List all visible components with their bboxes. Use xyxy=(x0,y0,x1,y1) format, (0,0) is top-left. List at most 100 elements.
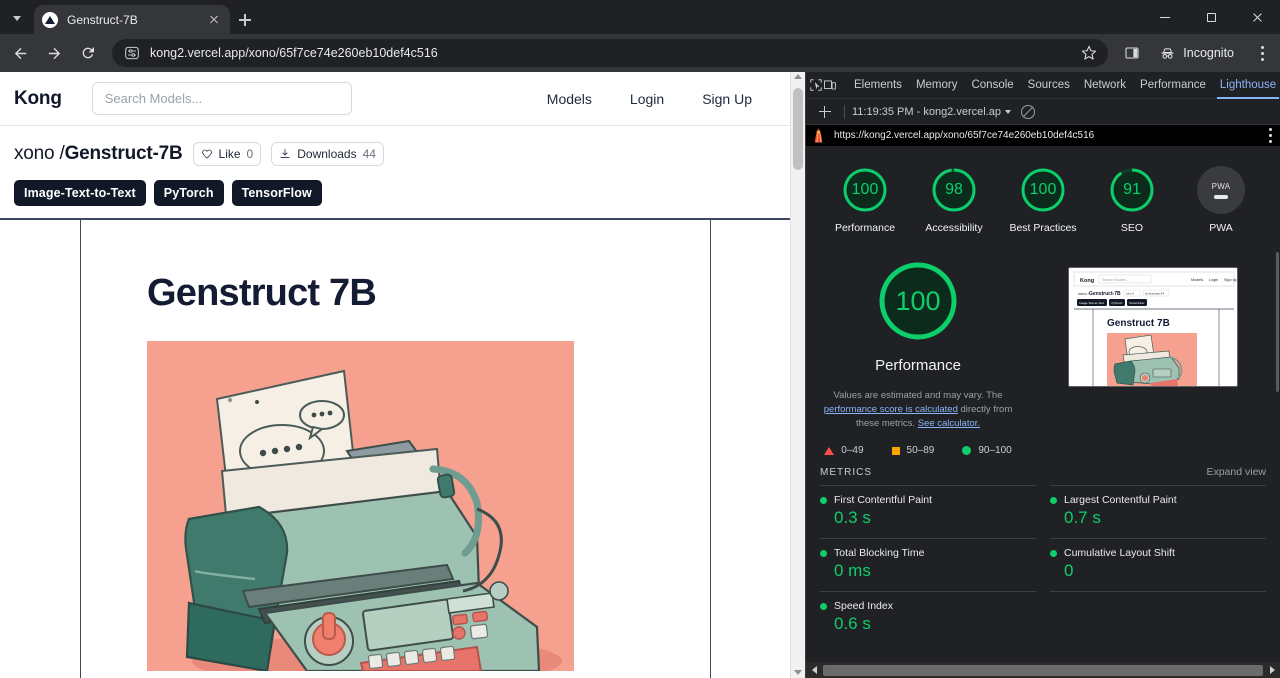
status-dot-icon xyxy=(820,496,827,504)
metric-value: 0.3 s xyxy=(834,508,871,527)
score-legend: 0–49 50–89 90–100 xyxy=(806,445,1030,456)
gauge-accessibility[interactable]: 98 Accessibility xyxy=(918,166,990,235)
window-close-button[interactable] xyxy=(1234,0,1280,34)
chrome-menu-button[interactable] xyxy=(1248,39,1276,67)
scroll-down-icon[interactable] xyxy=(794,670,802,675)
tag-pytorch[interactable]: PyTorch xyxy=(153,180,224,206)
tab-search-button[interactable] xyxy=(4,6,30,30)
report-run-selector[interactable]: 11:19:35 PM - kong2.vercel.ap xyxy=(852,106,1011,118)
search-placeholder: Search Models... xyxy=(104,91,203,106)
reload-button[interactable] xyxy=(74,39,102,67)
url-text: kong2.vercel.app/xono/65f7ce74e260eb10de… xyxy=(150,46,438,60)
gauge-seo[interactable]: 91 SEO xyxy=(1096,166,1168,235)
metric-name: First Contentful Paint xyxy=(834,494,933,506)
metrics-header: METRICS Expand view xyxy=(820,466,1266,478)
expand-view-button[interactable]: Expand view xyxy=(1206,466,1266,478)
site-logo[interactable]: Kong xyxy=(14,88,62,110)
new-tab-button[interactable] xyxy=(232,7,258,33)
tag-image-text-to-text[interactable]: Image-Text-to-Text xyxy=(14,180,146,206)
chevron-down-icon xyxy=(1005,109,1011,114)
scrollbar-thumb[interactable] xyxy=(793,88,803,170)
toolbar-divider xyxy=(844,104,845,119)
gauge-best-practices[interactable]: 100 Best Practices xyxy=(1007,166,1079,235)
page-scrollbar[interactable] xyxy=(790,72,805,678)
downloads-count: 44 xyxy=(362,147,376,161)
site-settings-icon[interactable] xyxy=(124,45,140,61)
svg-text:Genstruct-7B: Genstruct-7B xyxy=(1089,291,1121,297)
close-icon[interactable] xyxy=(206,12,222,28)
forward-button[interactable] xyxy=(40,39,68,67)
minimize-button[interactable] xyxy=(1142,0,1188,34)
scroll-up-icon[interactable] xyxy=(794,74,802,79)
score-ring: 98 xyxy=(930,166,978,214)
tab-performance[interactable]: Performance xyxy=(1133,72,1213,99)
performance-score-link[interactable]: performance score is calculated xyxy=(824,404,958,415)
tab-sources[interactable]: Sources xyxy=(1021,72,1077,99)
scroll-left-icon[interactable] xyxy=(806,662,822,678)
lighthouse-url-bar: https://kong2.vercel.app/xono/65f7ce74e2… xyxy=(806,125,1280,146)
maximize-button[interactable] xyxy=(1188,0,1234,34)
metric-largest-contentful-paint[interactable]: Largest Contentful Paint 0.7 s xyxy=(1050,485,1266,538)
report-scrollbar-thumb[interactable] xyxy=(1276,252,1279,392)
kong-website: Kong Search Models... Models Login Sign … xyxy=(0,72,790,678)
legend-pass: 90–100 xyxy=(962,445,1012,456)
hscrollbar-thumb[interactable] xyxy=(823,664,1263,676)
scroll-right-icon[interactable] xyxy=(1264,662,1280,678)
back-button[interactable] xyxy=(6,39,34,67)
lighthouse-report: 100 Performance 98 Accessibility 100 Bes… xyxy=(806,146,1280,662)
tab-strip: Genstruct-7B xyxy=(0,0,1280,34)
gauge-performance[interactable]: 100 Performance xyxy=(829,166,901,235)
tab-network[interactable]: Network xyxy=(1077,72,1133,99)
circle-icon xyxy=(962,446,972,455)
browser-tab[interactable]: Genstruct-7B xyxy=(34,5,230,34)
metric-value: 0 xyxy=(1064,561,1074,580)
metric-value: 0.7 s xyxy=(1064,508,1101,527)
triangle-icon xyxy=(824,446,835,455)
nav-item-models[interactable]: Models xyxy=(547,91,592,107)
like-button[interactable]: Like 0 xyxy=(192,142,262,166)
status-dot-icon xyxy=(820,602,827,610)
see-calculator-link[interactable]: See calculator. xyxy=(918,418,980,429)
metrics-title: METRICS xyxy=(820,467,872,478)
downloads-badge[interactable]: Downloads 44 xyxy=(271,142,384,166)
like-label: Like xyxy=(218,147,241,161)
devtools-panel: Elements Memory Console Sources Network … xyxy=(805,72,1280,678)
devtools-horizontal-scrollbar[interactable] xyxy=(806,662,1280,678)
tab-memory[interactable]: Memory xyxy=(909,72,965,99)
incognito-indicator[interactable]: Incognito xyxy=(1150,39,1246,67)
bookmark-star-icon[interactable] xyxy=(1076,40,1102,66)
clear-reports-icon[interactable] xyxy=(1021,104,1035,119)
address-bar[interactable]: kong2.vercel.app/xono/65f7ce74e260eb10de… xyxy=(112,39,1109,67)
new-report-button[interactable] xyxy=(812,99,837,124)
nav-item-login[interactable]: Login xyxy=(630,91,664,107)
side-panel-button[interactable] xyxy=(1118,39,1146,67)
tab-lighthouse[interactable]: Lighthouse xyxy=(1213,72,1280,99)
svg-text:Like 0: Like 0 xyxy=(1126,292,1134,296)
legend-average: 50–89 xyxy=(891,445,934,456)
tab-elements[interactable]: Elements xyxy=(847,72,909,99)
gauge-label: SEO xyxy=(1120,222,1144,234)
page-viewport: Kong Search Models... Models Login Sign … xyxy=(0,72,805,678)
tab-console[interactable]: Console xyxy=(964,72,1020,99)
metric-first-contentful-paint[interactable]: First Contentful Paint 0.3 s xyxy=(820,485,1036,538)
reload-icon xyxy=(82,47,94,59)
search-input[interactable]: Search Models... xyxy=(91,82,352,115)
metric-cumulative-layout-shift[interactable]: Cumulative Layout Shift 0 xyxy=(1050,538,1266,591)
inspect-element-icon[interactable] xyxy=(809,73,823,98)
score-value: 100 xyxy=(1029,181,1057,198)
tag-tensorflow[interactable]: TensorFlow xyxy=(231,180,322,206)
metric-speed-index[interactable]: Speed Index 0.6 s xyxy=(820,591,1036,644)
model-owner[interactable]: xono / xyxy=(14,143,65,164)
device-toolbar-icon[interactable] xyxy=(823,73,837,98)
metric-total-blocking-time[interactable]: Total Blocking Time 0 ms xyxy=(820,538,1036,591)
score-value: 100 xyxy=(851,181,879,198)
more-vertical-icon xyxy=(1260,45,1264,61)
gauge-pwa[interactable]: PWA PWA xyxy=(1185,166,1257,235)
report-url: https://kong2.vercel.app/xono/65f7ce74e2… xyxy=(834,130,1095,141)
site-header: Kong Search Models... Models Login Sign … xyxy=(0,72,790,126)
report-menu-icon[interactable] xyxy=(1269,128,1272,143)
gauge-label: Accessibility xyxy=(925,222,983,234)
model-title: xono /Genstruct-7B xyxy=(14,143,183,165)
metric-name: Largest Contentful Paint xyxy=(1064,494,1177,506)
nav-item-signup[interactable]: Sign Up xyxy=(702,91,752,107)
